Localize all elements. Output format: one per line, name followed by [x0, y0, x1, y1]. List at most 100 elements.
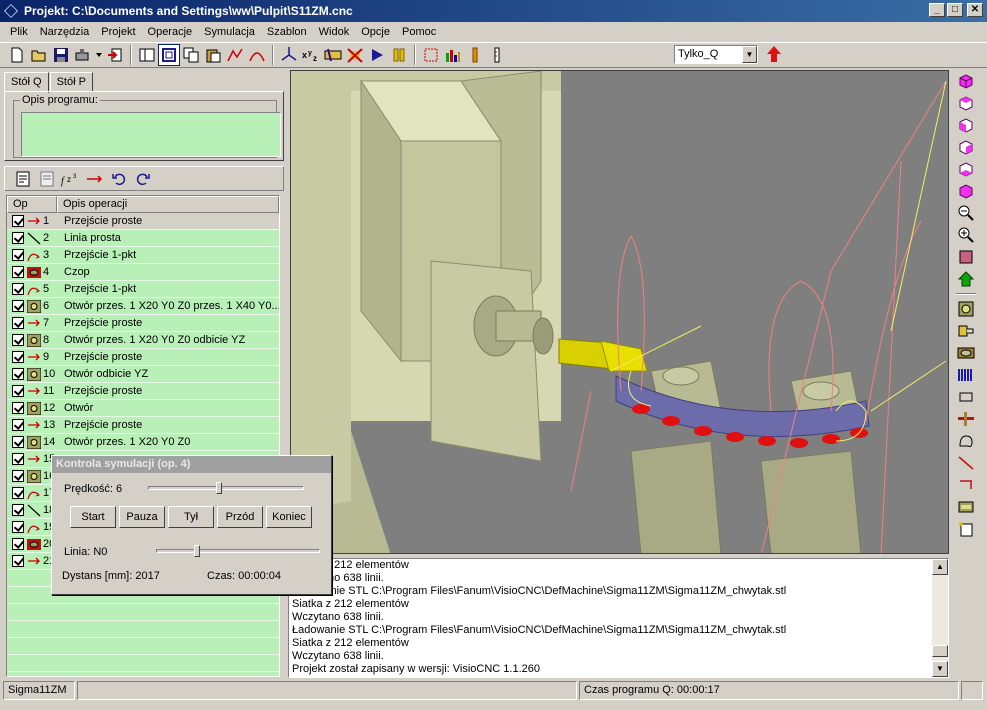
menu-narzedzia[interactable]: Narzędzia — [34, 26, 96, 38]
tab-stol-q[interactable]: Stół Q — [4, 72, 49, 93]
insert-hole-icon[interactable] — [955, 298, 977, 320]
menu-projekt[interactable]: Projekt — [95, 26, 141, 38]
tool-length-icon[interactable] — [464, 44, 486, 66]
home-view-icon[interactable] — [955, 268, 977, 290]
start-button[interactable]: Start — [70, 506, 116, 528]
3d-viewport[interactable] — [290, 70, 949, 554]
menu-szablon[interactable]: Szablon — [261, 26, 313, 38]
column-opis-operacji[interactable]: Opis operacji — [57, 196, 279, 213]
window-layout-icon[interactable] — [136, 44, 158, 66]
speed-slider-thumb[interactable] — [216, 482, 222, 494]
list-edit-icon[interactable] — [37, 169, 57, 189]
speed-slider[interactable] — [148, 482, 304, 494]
collision-icon[interactable] — [344, 44, 366, 66]
row-checkbox[interactable] — [12, 351, 24, 363]
row-checkbox[interactable] — [12, 419, 24, 431]
insert-line-icon[interactable] — [955, 452, 977, 474]
program-description-field[interactable] — [21, 112, 281, 157]
row-checkbox[interactable] — [12, 215, 24, 227]
view-side-icon[interactable] — [955, 136, 977, 158]
menu-widok[interactable]: Widok — [313, 26, 356, 38]
scroll-thumb[interactable] — [932, 645, 948, 657]
view-iso-icon[interactable] — [955, 70, 977, 92]
table-row[interactable]: 14 Otwór przes. 1 X20 Y0 Z0 — [7, 434, 279, 451]
end-button[interactable]: Koniec — [266, 506, 312, 528]
menu-pomoc[interactable]: Pomoc — [396, 26, 442, 38]
line-slider-thumb[interactable] — [194, 545, 200, 557]
dropdown-arrow-icon[interactable] — [94, 44, 104, 66]
close-button[interactable]: ✕ — [967, 3, 983, 17]
back-button[interactable]: Tył — [168, 506, 214, 528]
row-checkbox[interactable] — [12, 555, 24, 567]
row-checkbox[interactable] — [12, 470, 24, 482]
row-checkbox[interactable] — [12, 317, 24, 329]
open-folder-icon[interactable] — [28, 44, 50, 66]
menu-operacje[interactable]: Operacje — [142, 26, 199, 38]
table-row[interactable]: 1 Przejście proste — [7, 213, 279, 230]
table-row[interactable]: 3 Przejście 1-pkt — [7, 247, 279, 264]
combo-arrow-icon[interactable]: ▼ — [742, 46, 757, 63]
bounding-box-icon[interactable] — [420, 44, 442, 66]
new-file-icon[interactable] — [6, 44, 28, 66]
play-icon[interactable] — [366, 44, 388, 66]
axes-icon[interactable] — [278, 44, 300, 66]
table-row[interactable]: 7 Przejście proste — [7, 315, 279, 332]
menu-plik[interactable]: Plik — [4, 26, 34, 38]
line-slider[interactable] — [156, 545, 320, 557]
table-row[interactable]: 11 Przejście proste — [7, 383, 279, 400]
zoom-in-icon[interactable] — [955, 224, 977, 246]
scroll-up-button[interactable]: ▲ — [932, 559, 948, 575]
row-checkbox[interactable] — [12, 538, 24, 550]
size-grip-icon[interactable] — [961, 681, 983, 700]
table-row[interactable]: 10 Otwór odbicie YZ — [7, 366, 279, 383]
pause-button[interactable]: Pauza — [119, 506, 165, 528]
table-row[interactable]: 12 Otwór — [7, 400, 279, 417]
title-bar[interactable]: Projekt: C:\Documents and Settings\ww\Pu… — [0, 0, 987, 22]
table-row[interactable]: 8 Otwór przes. 1 X20 Y0 Z0 odbicie YZ — [7, 332, 279, 349]
insert-move-icon[interactable] — [955, 474, 977, 496]
row-checkbox[interactable] — [12, 436, 24, 448]
scroll-down-button[interactable]: ▼ — [932, 661, 948, 677]
row-checkbox[interactable] — [12, 283, 24, 295]
table-row[interactable]: 13 Przejście proste — [7, 417, 279, 434]
minimize-button[interactable]: _ — [929, 3, 945, 17]
measure-icon[interactable] — [486, 44, 508, 66]
bar-chart-icon[interactable] — [442, 44, 464, 66]
view-frame-icon[interactable] — [158, 44, 180, 66]
menu-symulacja[interactable]: Symulacja — [198, 26, 261, 38]
row-checkbox[interactable] — [12, 402, 24, 414]
exit-icon[interactable] — [104, 44, 126, 66]
pause-icon[interactable] — [388, 44, 410, 66]
insert-contour-icon[interactable] — [955, 430, 977, 452]
zoom-window-icon[interactable] — [955, 246, 977, 268]
table-row[interactable]: 4 Czop — [7, 264, 279, 281]
column-op[interactable]: Op — [7, 196, 57, 213]
machine-icon[interactable] — [72, 44, 94, 66]
formula-icon[interactable]: fz3 — [61, 169, 81, 189]
insert-saw-icon[interactable] — [955, 364, 977, 386]
row-checkbox[interactable] — [12, 453, 24, 465]
row-checkbox[interactable] — [12, 504, 24, 516]
insert-drill-icon[interactable] — [955, 320, 977, 342]
menu-opcje[interactable]: Opcje — [355, 26, 396, 38]
maximize-button[interactable]: □ — [947, 3, 963, 17]
insert-groove-icon[interactable] — [955, 408, 977, 430]
view-top-icon[interactable] — [955, 92, 977, 114]
row-checkbox[interactable] — [12, 368, 24, 380]
zoom-out-icon[interactable] — [955, 202, 977, 224]
copy-icon[interactable] — [180, 44, 202, 66]
view-front-icon[interactable] — [955, 114, 977, 136]
table-row[interactable]: 9 Przejście proste — [7, 349, 279, 366]
insert-pin-icon[interactable] — [955, 342, 977, 364]
row-checkbox[interactable] — [12, 300, 24, 312]
undo-icon[interactable] — [109, 169, 129, 189]
list-icon[interactable] — [13, 169, 33, 189]
table-row[interactable]: 6 Otwór przes. 1 X20 Y0 Z0 przes. 1 X40 Y… — [7, 298, 279, 315]
row-checkbox[interactable] — [12, 334, 24, 346]
new-template-icon[interactable] — [955, 518, 977, 540]
insert-rectangle-icon[interactable] — [955, 386, 977, 408]
message-log[interactable]: Siatka z 212 elementów Wczytano 638 linii… — [288, 558, 949, 678]
redo-icon[interactable] — [133, 169, 153, 189]
row-checkbox[interactable] — [12, 232, 24, 244]
log-scrollbar[interactable]: ▲ ▼ — [932, 559, 948, 677]
